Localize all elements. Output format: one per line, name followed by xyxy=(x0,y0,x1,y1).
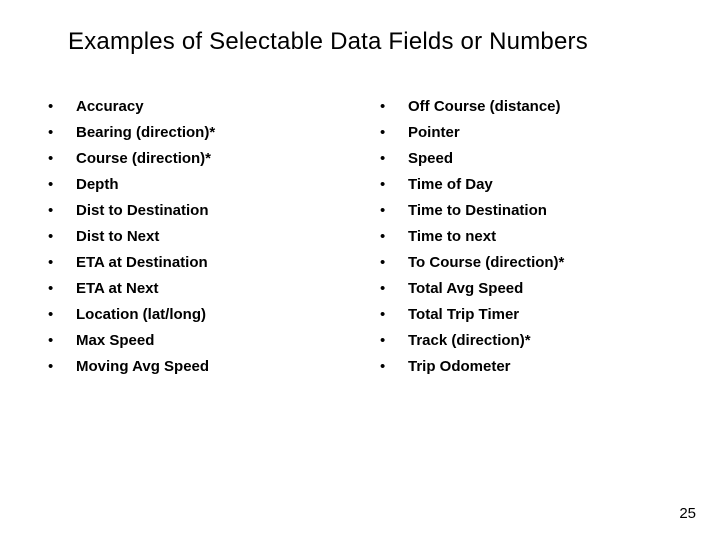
bullet-icon: • xyxy=(48,122,76,143)
left-column: •Accuracy•Bearing (direction)*•Course (d… xyxy=(48,96,340,382)
list-item-label: Track (direction)* xyxy=(408,330,531,351)
bullet-icon: • xyxy=(48,356,76,377)
list-item: •Track (direction)* xyxy=(380,330,672,351)
list-item-label: Dist to Next xyxy=(76,226,159,247)
slide: Examples of Selectable Data Fields or Nu… xyxy=(0,0,720,540)
list-item: •Accuracy xyxy=(48,96,340,117)
list-item-label: Dist to Destination xyxy=(76,200,209,221)
list-item-label: Time of Day xyxy=(408,174,493,195)
right-list: •Off Course (distance)•Pointer•Speed•Tim… xyxy=(380,96,672,377)
list-item: •ETA at Destination xyxy=(48,252,340,273)
bullet-icon: • xyxy=(48,330,76,351)
list-item-label: Time to Destination xyxy=(408,200,547,221)
bullet-icon: • xyxy=(380,122,408,143)
list-item-label: Total Avg Speed xyxy=(408,278,523,299)
list-item: •Trip Odometer xyxy=(380,356,672,377)
bullet-icon: • xyxy=(380,304,408,325)
list-item-label: To Course (direction)* xyxy=(408,252,564,273)
bullet-icon: • xyxy=(380,174,408,195)
list-item: •Location (lat/long) xyxy=(48,304,340,325)
list-item-label: Course (direction)* xyxy=(76,148,211,169)
bullet-icon: • xyxy=(380,278,408,299)
slide-title: Examples of Selectable Data Fields or Nu… xyxy=(68,28,672,56)
list-item: •Total Trip Timer xyxy=(380,304,672,325)
page-number: 25 xyxy=(679,505,696,522)
list-item: •Speed xyxy=(380,148,672,169)
bullet-icon: • xyxy=(48,304,76,325)
bullet-icon: • xyxy=(380,200,408,221)
bullet-icon: • xyxy=(48,96,76,117)
list-item-label: Depth xyxy=(76,174,119,195)
list-item: •Time to Destination xyxy=(380,200,672,221)
list-item-label: Max Speed xyxy=(76,330,154,351)
list-item: •Dist to Destination xyxy=(48,200,340,221)
right-column: •Off Course (distance)•Pointer•Speed•Tim… xyxy=(380,96,672,382)
content-columns: •Accuracy•Bearing (direction)*•Course (d… xyxy=(48,96,672,382)
list-item: •Bearing (direction)* xyxy=(48,122,340,143)
bullet-icon: • xyxy=(48,278,76,299)
list-item-label: Speed xyxy=(408,148,453,169)
list-item: •To Course (direction)* xyxy=(380,252,672,273)
list-item-label: Bearing (direction)* xyxy=(76,122,215,143)
bullet-icon: • xyxy=(380,356,408,377)
list-item: •ETA at Next xyxy=(48,278,340,299)
list-item: •Pointer xyxy=(380,122,672,143)
list-item-label: Pointer xyxy=(408,122,460,143)
bullet-icon: • xyxy=(380,148,408,169)
bullet-icon: • xyxy=(380,330,408,351)
list-item-label: Moving Avg Speed xyxy=(76,356,209,377)
bullet-icon: • xyxy=(380,226,408,247)
left-list: •Accuracy•Bearing (direction)*•Course (d… xyxy=(48,96,340,377)
list-item-label: ETA at Next xyxy=(76,278,159,299)
list-item: •Max Speed xyxy=(48,330,340,351)
list-item: •Off Course (distance) xyxy=(380,96,672,117)
list-item-label: Location (lat/long) xyxy=(76,304,206,325)
list-item-label: Time to next xyxy=(408,226,496,247)
bullet-icon: • xyxy=(48,252,76,273)
list-item: •Depth xyxy=(48,174,340,195)
list-item: •Dist to Next xyxy=(48,226,340,247)
list-item: •Total Avg Speed xyxy=(380,278,672,299)
bullet-icon: • xyxy=(48,148,76,169)
list-item: •Course (direction)* xyxy=(48,148,340,169)
bullet-icon: • xyxy=(380,96,408,117)
list-item-label: Off Course (distance) xyxy=(408,96,561,117)
bullet-icon: • xyxy=(48,174,76,195)
list-item-label: Trip Odometer xyxy=(408,356,511,377)
list-item-label: Total Trip Timer xyxy=(408,304,519,325)
list-item-label: Accuracy xyxy=(76,96,144,117)
bullet-icon: • xyxy=(380,252,408,273)
list-item: •Time to next xyxy=(380,226,672,247)
list-item-label: ETA at Destination xyxy=(76,252,208,273)
bullet-icon: • xyxy=(48,226,76,247)
list-item: •Time of Day xyxy=(380,174,672,195)
list-item: •Moving Avg Speed xyxy=(48,356,340,377)
bullet-icon: • xyxy=(48,200,76,221)
